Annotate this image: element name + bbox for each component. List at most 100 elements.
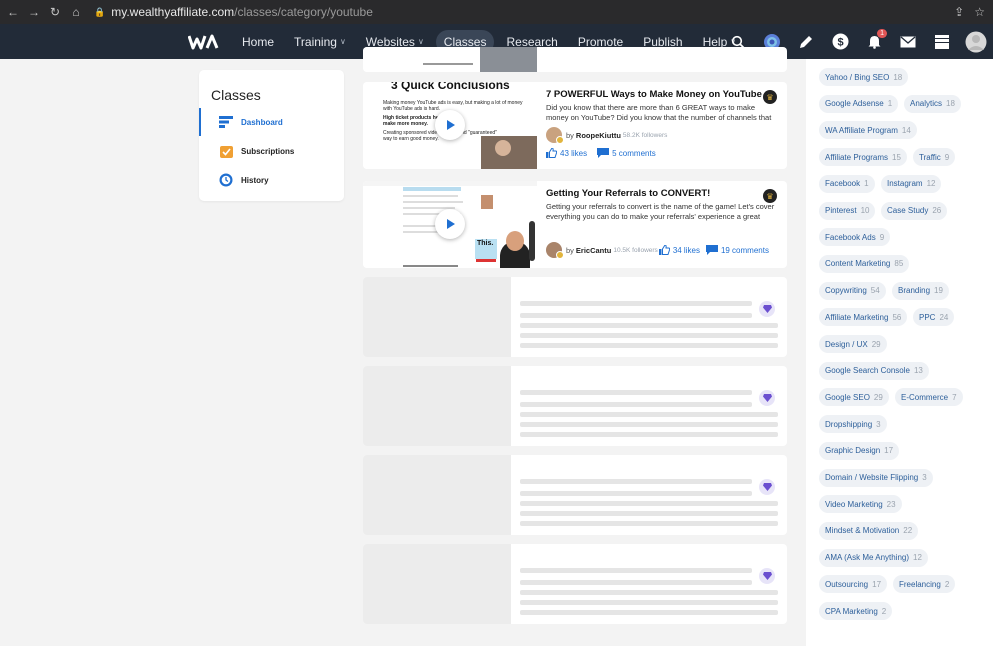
category-tag[interactable]: Instagram 12 [881, 174, 942, 193]
placeholder-line [520, 432, 778, 437]
category-tag[interactable]: Affiliate Marketing 56 [819, 308, 908, 327]
class-title[interactable]: Getting Your Referrals to CONVERT! [546, 188, 710, 199]
nav-training[interactable]: Training ∨ [286, 30, 354, 54]
category-tag[interactable]: CPA Marketing 2 [819, 602, 893, 620]
category-tag[interactable]: Design / UX 29 [819, 335, 887, 353]
category-tag[interactable]: Traffic 9 [913, 148, 956, 167]
category-tag[interactable]: Branding 19 [892, 281, 949, 300]
play-button[interactable] [435, 110, 465, 140]
tag-label: Google SEO [825, 392, 870, 402]
category-tag[interactable]: Domain / Website Flipping 3 [819, 468, 933, 487]
category-tag[interactable]: Outsourcing 17 [819, 575, 888, 594]
author-followers: 10.5K followers [613, 246, 658, 254]
category-tag[interactable]: Pinterest 10 [819, 201, 876, 220]
reload-icon[interactable]: ↻ [47, 5, 63, 19]
placeholder-line [520, 511, 778, 516]
mail-icon[interactable] [891, 24, 925, 59]
author-name[interactable]: RoopeKiuttu [576, 131, 621, 140]
category-tag[interactable]: Freelancing 2 [893, 575, 956, 594]
category-tag[interactable]: Graphic Design 17 [819, 441, 900, 460]
category-tag[interactable]: Case Study 26 [881, 201, 948, 220]
placeholder-thumbnail [363, 277, 511, 357]
thumbnail-heading: 3 Quick Conclusions [391, 82, 510, 92]
category-tag[interactable]: Facebook Ads 9 [819, 228, 891, 247]
likes-link[interactable]: 43 likes [546, 148, 587, 158]
class-card[interactable]: This. Getting Your Referrals to CONVERT!… [363, 181, 787, 268]
placeholder-line [520, 422, 778, 427]
category-tag[interactable]: E-Commerce 7 [895, 388, 963, 407]
tag-count: 9 [879, 232, 885, 242]
category-tag[interactable]: Google Search Console 13 [819, 361, 929, 380]
placeholder-line [520, 521, 778, 526]
comments-link[interactable]: 5 comments [597, 148, 656, 158]
tag-count: 12 [913, 553, 922, 563]
tag-count: 18 [893, 72, 903, 82]
tag-label: CPA Marketing [825, 606, 878, 616]
category-tag[interactable]: WA Affiliate Program 14 [819, 121, 917, 140]
likes-count: 43 likes [560, 148, 588, 158]
nav-home[interactable]: Home [234, 30, 282, 54]
category-tag[interactable]: Dropshipping 3 [819, 415, 887, 434]
loading-card-placeholder [363, 366, 787, 446]
tag-label: Instagram [887, 179, 923, 189]
dollar-icon[interactable]: $ [823, 24, 857, 59]
class-description: Getting your referrals to convert is the… [546, 202, 775, 221]
gem-icon [759, 479, 775, 495]
placeholder-line [520, 333, 778, 338]
tag-count: 29 [873, 392, 883, 402]
tag-count: 3 [922, 473, 927, 482]
comments-count: 5 comments [612, 148, 656, 158]
class-stats: 43 likes 5 comments [546, 148, 656, 158]
category-tag[interactable]: PPC 24 [913, 308, 955, 327]
comments-link[interactable]: 19 comments [705, 245, 769, 255]
category-tag[interactable]: Yahoo / Bing SEO 18 [819, 68, 909, 86]
browser-toolbar: ← → ↻ ⌂ 🔒 my.wealthyaffiliate.com/classe… [0, 0, 993, 24]
tag-count: 18 [946, 99, 955, 109]
class-card[interactable]: 3 Quick Conclusions Making money YouTube… [363, 82, 787, 169]
sidebar-item-label: History [241, 175, 269, 185]
category-tag[interactable]: Analytics 18 [904, 94, 961, 113]
author-name[interactable]: EricCantu [576, 246, 611, 255]
back-icon[interactable]: ← [5, 5, 21, 19]
avatar[interactable] [959, 24, 993, 59]
category-tag[interactable]: Mindset & Motivation 22 [819, 521, 919, 540]
author-avatar[interactable] [546, 127, 564, 144]
likes-count: 34 likes [672, 245, 700, 255]
sidebar-item-history[interactable]: History [199, 166, 344, 194]
author-avatar[interactable] [546, 242, 564, 259]
address-bar[interactable]: 🔒 my.wealthyaffiliate.com/classes/catego… [94, 5, 373, 19]
tag-label: Google Adsense [825, 99, 884, 109]
category-tag[interactable]: Facebook 1 [819, 174, 875, 193]
forward-icon[interactable]: → [26, 5, 42, 19]
category-tag[interactable]: Google Adsense 1 [819, 94, 899, 113]
chevron-down-icon: ∨ [417, 37, 424, 46]
category-tag[interactable]: Copywriting 54 [819, 281, 886, 300]
play-button[interactable] [435, 209, 465, 239]
sidebar-item-subscriptions[interactable]: Subscriptions [199, 137, 344, 165]
category-tag[interactable]: Video Marketing 23 [819, 495, 902, 514]
lock-icon: 🔒 [94, 6, 106, 17]
sidebar-item-dashboard[interactable]: Dashboard [199, 108, 344, 136]
bookmark-star-icon[interactable]: ☆ [974, 5, 985, 19]
placeholder-line [520, 323, 778, 328]
classes-sidebar: Classes Dashboard Subscriptions History [199, 70, 344, 201]
placeholder-line [520, 580, 752, 585]
home-icon[interactable]: ⌂ [68, 5, 84, 19]
category-tag[interactable]: AMA (Ask Me Anything) 12 [819, 548, 928, 567]
tag-label: Affiliate Programs [825, 152, 888, 162]
tag-label: Traffic [919, 152, 941, 162]
category-tag[interactable]: Google SEO 29 [819, 388, 889, 407]
class-title[interactable]: 7 POWERFUL Ways to Make Money on YouTube [546, 89, 762, 100]
pencil-icon[interactable] [789, 24, 823, 59]
share-icon[interactable]: ⇪ [954, 5, 964, 19]
likes-link[interactable]: 34 likes [658, 245, 700, 255]
inbox-icon[interactable] [925, 24, 959, 59]
class-card-partial[interactable] [363, 47, 787, 72]
category-tag[interactable]: Content Marketing 85 [819, 254, 910, 273]
tag-count: 54 [870, 286, 880, 296]
tag-count: 7 [952, 392, 957, 402]
category-tag[interactable]: Affiliate Programs 15 [819, 148, 907, 167]
bell-icon[interactable]: 1 [857, 24, 891, 59]
thumbs-up-icon [658, 245, 670, 255]
wa-logo[interactable] [188, 32, 222, 52]
